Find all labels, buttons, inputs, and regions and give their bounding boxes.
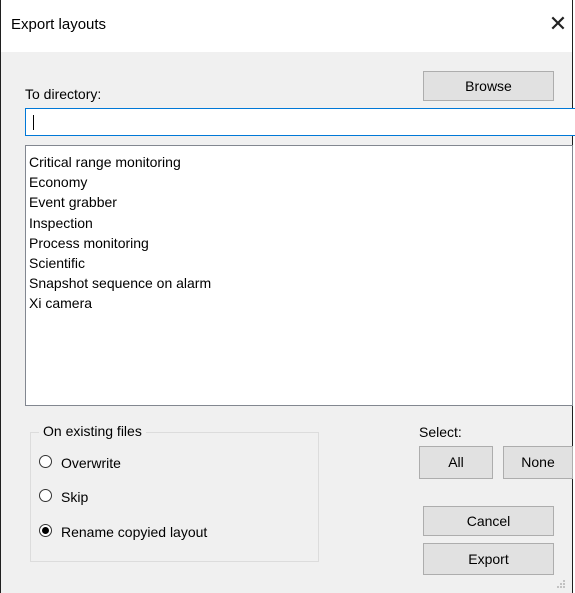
layouts-listbox[interactable]: Critical range monitoring Economy Event …: [25, 145, 573, 406]
group-legend: On existing files: [39, 423, 146, 439]
list-item[interactable]: Snapshot sequence on alarm: [29, 273, 572, 293]
radio-icon[interactable]: [39, 524, 52, 537]
radio-icon[interactable]: [39, 489, 52, 502]
text-caret: [33, 115, 34, 130]
select-all-button[interactable]: All: [419, 446, 493, 479]
radio-label: Overwrite: [61, 455, 121, 471]
list-item[interactable]: Inspection: [29, 213, 572, 233]
export-layouts-dialog: Export layouts ✕ To directory: Browse Cr…: [0, 0, 575, 593]
browse-button[interactable]: Browse: [423, 71, 554, 101]
resize-grip-icon[interactable]: [556, 579, 566, 589]
list-item[interactable]: Critical range monitoring: [29, 152, 572, 172]
directory-input[interactable]: [25, 108, 575, 136]
dialog-title: Export layouts: [11, 16, 107, 33]
export-button[interactable]: Export: [423, 543, 554, 575]
cancel-button[interactable]: Cancel: [423, 506, 554, 536]
list-item[interactable]: Xi camera: [29, 293, 572, 313]
existing-files-group: On existing files Overwrite Skip Rename …: [30, 423, 319, 562]
radio-label: Rename copyied layout: [61, 524, 208, 540]
list-item[interactable]: Economy: [29, 172, 572, 192]
close-icon[interactable]: ✕: [544, 6, 572, 42]
list-item[interactable]: Scientific: [29, 253, 572, 273]
directory-label: To directory:: [25, 86, 102, 102]
select-none-button[interactable]: None: [503, 446, 573, 479]
list-item[interactable]: Process monitoring: [29, 233, 572, 253]
select-label: Select:: [419, 424, 462, 440]
radio-selected-dot: [42, 527, 49, 534]
list-item[interactable]: Event grabber: [29, 192, 572, 212]
title-bar: Export layouts ✕: [1, 0, 572, 52]
radio-label: Skip: [61, 489, 89, 505]
radio-icon[interactable]: [39, 455, 52, 468]
